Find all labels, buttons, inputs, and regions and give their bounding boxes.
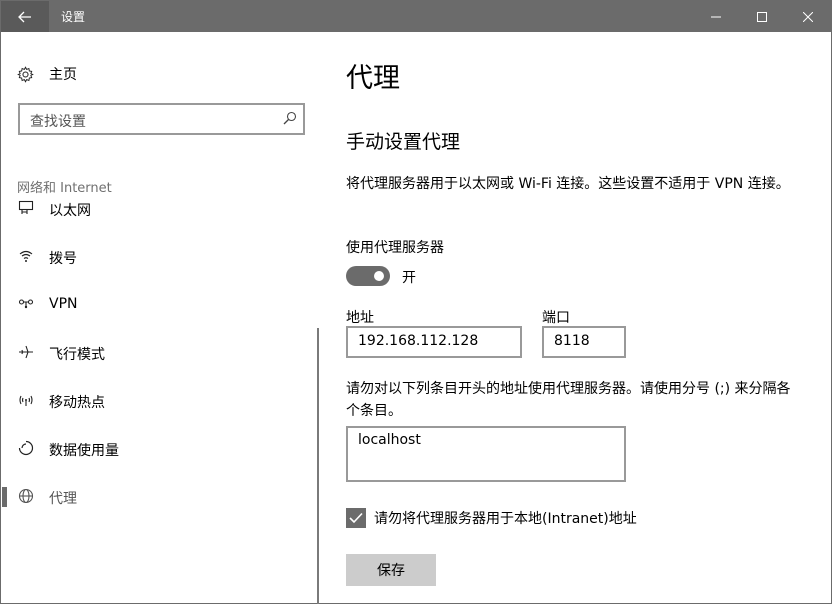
- back-arrow-icon: [18, 11, 31, 22]
- sidebar-item-label: 数据使用量: [49, 443, 119, 459]
- sidebar-item-data-usage[interactable]: 数据使用量: [1, 429, 317, 469]
- sidebar-item-dialup[interactable]: 拨号: [1, 237, 317, 277]
- sidebar-item-vpn[interactable]: VPN: [1, 285, 317, 325]
- proxy-description: 将代理服务器用于以太网或 Wi-Fi 连接。这些设置不适用于 VPN 连接。: [346, 176, 790, 192]
- address-field[interactable]: 192.168.112.128: [346, 326, 522, 358]
- sidebar-item-hotspot[interactable]: 移动热点: [1, 381, 317, 421]
- sidebar-item-ethernet[interactable]: 以太网: [1, 189, 317, 229]
- window-title: 设置: [61, 10, 86, 24]
- search-input[interactable]: 查找设置: [18, 103, 305, 135]
- ethernet-icon: [17, 199, 35, 217]
- search-icon: [283, 111, 297, 125]
- sidebar-item-label: 代理: [49, 491, 77, 507]
- home-link[interactable]: 主页: [17, 64, 77, 84]
- address-label: 地址: [346, 310, 374, 326]
- dialup-icon: [17, 247, 35, 265]
- sidebar-item-label: 移动热点: [49, 395, 105, 411]
- bypass-local-checkbox[interactable]: [346, 508, 366, 528]
- data-usage-icon: [17, 439, 35, 457]
- sidebar-item-proxy[interactable]: 代理: [1, 477, 317, 517]
- bypass-local-row[interactable]: 请勿将代理服务器用于本地(Intranet)地址: [346, 507, 637, 529]
- use-proxy-label: 使用代理服务器: [346, 240, 444, 256]
- manual-proxy-heading: 手动设置代理: [346, 131, 461, 153]
- exceptions-textarea[interactable]: localhost: [346, 426, 626, 482]
- maximize-icon: [757, 11, 767, 22]
- port-label: 端口: [542, 310, 570, 326]
- gear-icon: [17, 65, 34, 83]
- hotspot-icon: [17, 391, 35, 409]
- sidebar-item-label: 飞行模式: [49, 347, 105, 363]
- sidebar-item-label: 拨号: [49, 251, 77, 267]
- close-icon: [803, 11, 813, 22]
- globe-icon: [17, 487, 35, 505]
- minimize-button[interactable]: [693, 1, 739, 32]
- checkmark-icon: [349, 512, 363, 524]
- toggle-state-label: 开: [402, 270, 416, 286]
- sidebar-item-label: 以太网: [49, 203, 91, 219]
- sidebar: 主页 查找设置 网络和 Internet 以太网 拨号 VPN 飞行模式 移动热…: [1, 32, 321, 604]
- sidebar-scrollbar[interactable]: [317, 328, 319, 604]
- sidebar-item-airplane[interactable]: 飞行模式: [1, 333, 317, 373]
- sidebar-item-label: VPN: [49, 296, 78, 312]
- active-indicator: [2, 487, 7, 507]
- back-button[interactable]: [1, 1, 49, 32]
- port-field[interactable]: 8118: [542, 326, 626, 358]
- use-proxy-toggle[interactable]: [346, 266, 390, 286]
- search-placeholder: 查找设置: [30, 114, 86, 130]
- settings-window: 设置 主页 查找设置 网络和 Internet 以太网 拨号 VPN 飞行模式 …: [0, 0, 832, 604]
- title-bar: 设置: [1, 1, 831, 32]
- save-button[interactable]: 保存: [346, 554, 436, 586]
- airplane-icon: [17, 343, 35, 361]
- bypass-local-label: 请勿将代理服务器用于本地(Intranet)地址: [374, 511, 637, 527]
- home-label: 主页: [49, 67, 77, 83]
- close-button[interactable]: [785, 1, 831, 32]
- toggle-knob: [374, 271, 384, 281]
- exceptions-description: 请勿对以下列条目开头的地址使用代理服务器。请使用分号 (;) 来分隔各个条目。: [346, 381, 791, 419]
- vpn-icon: [17, 295, 35, 313]
- maximize-button[interactable]: [739, 1, 785, 32]
- page-title: 代理: [346, 63, 400, 94]
- minimize-icon: [711, 16, 721, 17]
